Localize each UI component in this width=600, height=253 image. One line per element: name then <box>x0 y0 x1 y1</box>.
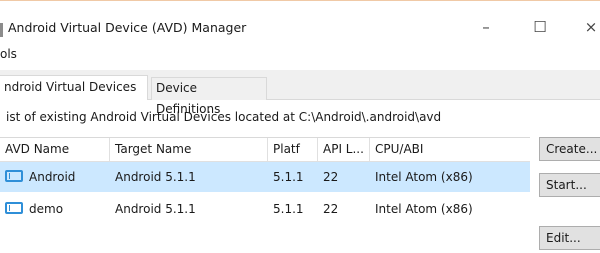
avd-name: demo <box>29 202 64 216</box>
close-button[interactable]: × <box>576 17 600 37</box>
minimize-button[interactable]: – <box>471 17 501 37</box>
window-title: Android Virtual Device (AVD) Manager <box>8 20 247 35</box>
column-header-target-name[interactable]: Target Name <box>110 138 268 161</box>
api-level-cell: 22 <box>323 202 339 216</box>
menu-bar: ols <box>0 45 600 65</box>
tab-device-definitions[interactable]: Device Definitions <box>151 77 267 116</box>
platform-cell: 5.1.1 <box>273 170 304 184</box>
platform-cell: 5.1.1 <box>273 202 304 216</box>
edit-button[interactable]: Edit... <box>539 226 600 250</box>
avd-name-cell: demo <box>0 194 110 224</box>
cpu-abi-cell: Intel Atom (x86) <box>375 170 473 184</box>
device-screen-icon <box>5 170 23 182</box>
device-screen-icon <box>5 202 23 214</box>
target-name-cell: Android 5.1.1 <box>115 170 196 184</box>
table-header: AVD Name Target Name Platf API L... CPU/… <box>0 138 530 162</box>
app-icon <box>0 23 3 37</box>
column-header-avd-name[interactable]: AVD Name <box>0 138 110 161</box>
column-header-platform[interactable]: Platf <box>268 138 318 161</box>
avd-table: AVD Name Target Name Platf API L... CPU/… <box>0 137 530 253</box>
avd-location-label: ist of existing Android Virtual Devices … <box>6 110 442 124</box>
target-name-cell: Android 5.1.1 <box>115 202 196 216</box>
maximize-button[interactable]: ☐ <box>525 17 555 37</box>
tab-strip: ndroid Virtual Devices Device Definition… <box>0 70 600 116</box>
create-button[interactable]: Create... <box>539 137 600 161</box>
table-row[interactable]: demo Android 5.1.1 5.1.1 22 Intel Atom (… <box>0 194 530 224</box>
avd-name-cell: Android <box>0 162 110 192</box>
tab-android-virtual-devices[interactable]: ndroid Virtual Devices <box>0 75 148 100</box>
title-bar: Android Virtual Device (AVD) Manager – ☐… <box>0 0 600 42</box>
column-header-cpu-abi[interactable]: CPU/ABI <box>370 138 530 161</box>
column-header-api-level[interactable]: API L... <box>318 138 370 161</box>
cpu-abi-cell: Intel Atom (x86) <box>375 202 473 216</box>
api-level-cell: 22 <box>323 170 339 184</box>
table-row[interactable]: Android Android 5.1.1 5.1.1 22 Intel Ato… <box>0 162 530 192</box>
avd-name: Android <box>29 170 76 184</box>
start-button[interactable]: Start... <box>539 173 600 197</box>
menu-tools[interactable]: ols <box>0 47 17 61</box>
